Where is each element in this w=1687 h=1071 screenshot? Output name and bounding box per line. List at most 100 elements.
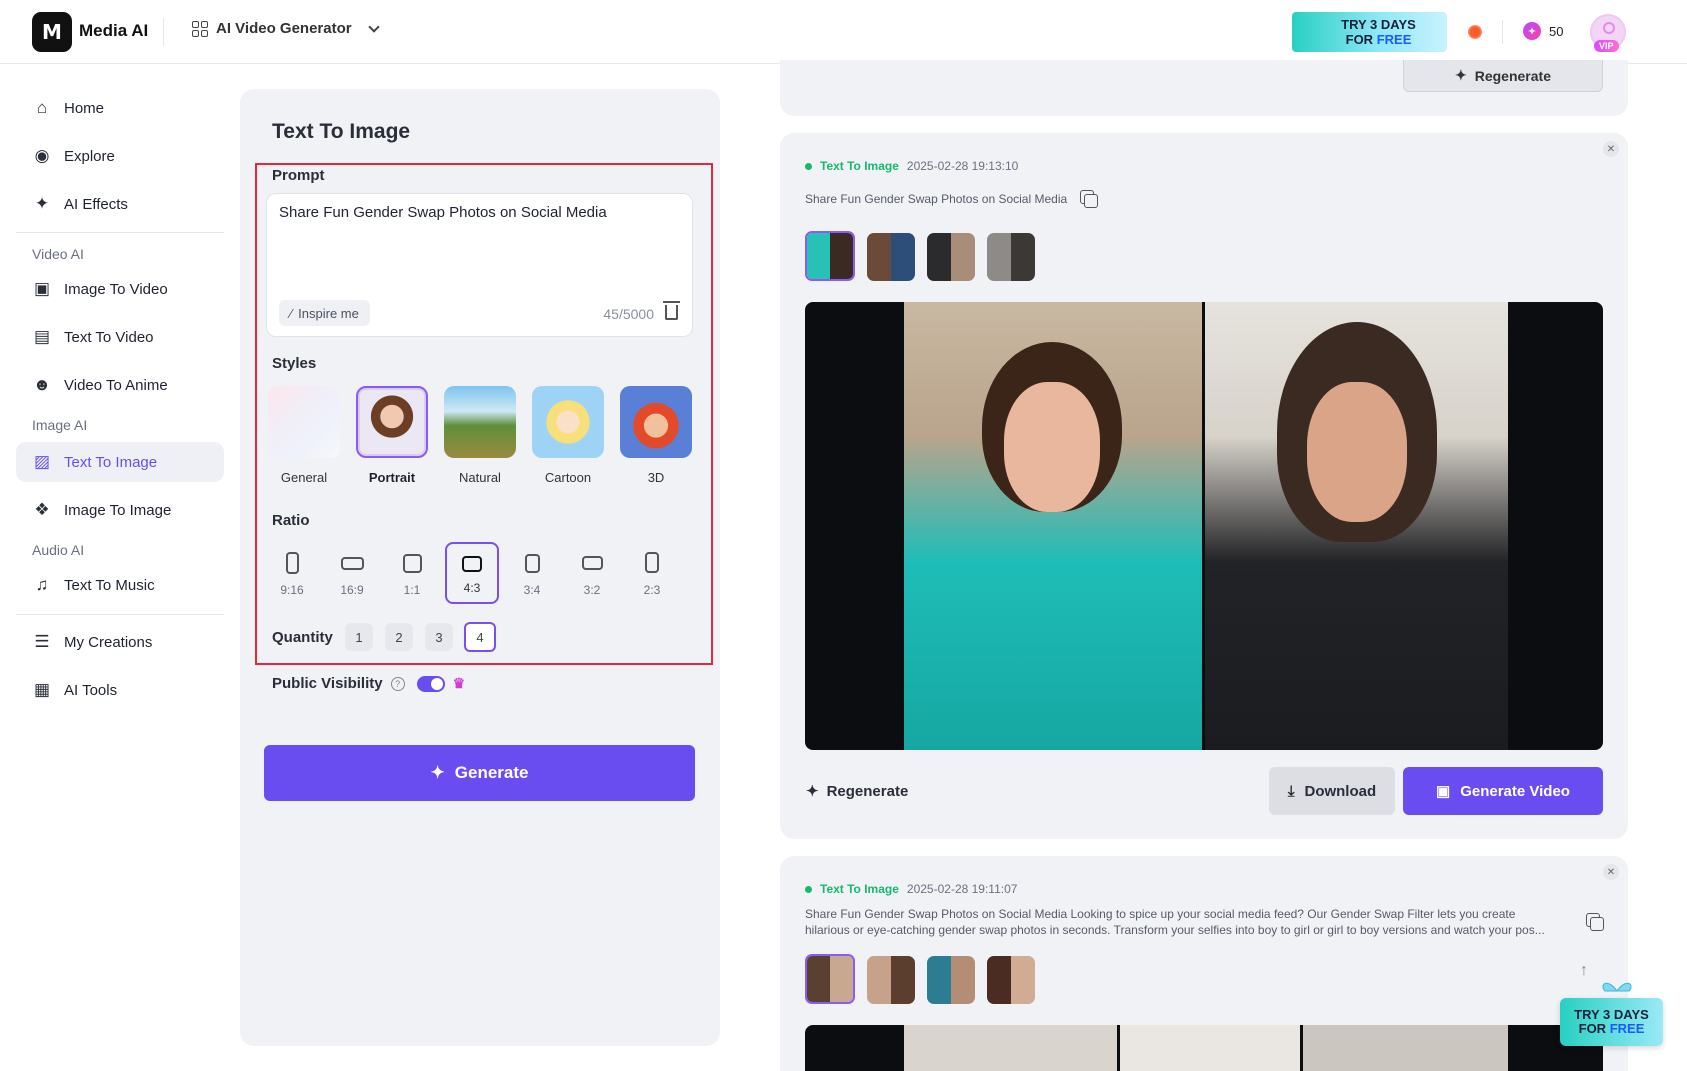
styles-label: Styles — [272, 355, 317, 372]
image-image-icon: ❖ — [34, 500, 50, 519]
ratio-3-2-icon — [581, 556, 603, 570]
style-option-cartoon[interactable]: Cartoon — [532, 386, 604, 485]
photo-strip — [904, 1025, 1117, 1071]
sidebar-item-text-to-image[interactable]: ▨ Text To Image — [16, 442, 224, 482]
style-option-portrait[interactable]: Portrait — [356, 386, 428, 485]
ratio-text: 9:16 — [280, 583, 304, 597]
style-option-general[interactable]: General — [268, 386, 340, 485]
sidebar-item-home[interactable]: ⌂ Home — [16, 88, 224, 128]
style-label: Natural — [459, 470, 501, 485]
result-time: 2025-02-28 19:11:07 — [906, 882, 1018, 896]
app-logo[interactable]: M — [32, 12, 72, 52]
sidebar-item-label: Image To Video — [64, 280, 168, 298]
ratio-option-9-16[interactable]: 9:16 — [265, 542, 319, 604]
download-button[interactable]: ⤓ Download — [1269, 767, 1395, 815]
sidebar-item-text-to-music[interactable]: ♫ Text To Music — [16, 565, 224, 605]
floating-trial-banner[interactable]: TRY 3 DAYS FOR FREE — [1560, 998, 1663, 1046]
generate-button[interactable]: ✦ Generate — [264, 745, 695, 801]
regenerate-button-previous[interactable]: ✦ Regenerate — [1403, 60, 1603, 92]
prompt-textarea[interactable]: Share Fun Gender Swap Photos on Social M… — [266, 193, 693, 337]
ratio-option-3-2[interactable]: 3:2 — [565, 542, 619, 604]
promo-line-1: TRY 3 DAYS — [1341, 17, 1416, 32]
sidebar-item-ai-effects[interactable]: ✦ AI Effects — [16, 184, 224, 224]
result-image-preview[interactable] — [805, 1025, 1603, 1071]
ratio-option-2-3[interactable]: 2:3 — [625, 542, 679, 604]
sidebar-item-explore[interactable]: ◉ Explore — [16, 136, 224, 176]
copy-icon[interactable] — [1586, 913, 1604, 931]
sidebar-item-label: AI Tools — [64, 681, 118, 699]
sparkle-icon: ✦ — [1455, 67, 1467, 83]
quantity-option-2[interactable]: 2 — [385, 623, 413, 651]
result-thumbnail[interactable] — [987, 956, 1035, 1004]
result-image[interactable] — [805, 302, 1603, 750]
quantity-option-3[interactable]: 3 — [425, 623, 453, 651]
user-avatar[interactable]: VIP — [1590, 14, 1626, 52]
sidebar-item-my-creations[interactable]: ☰ My Creations — [16, 622, 224, 662]
result-thumbnail[interactable] — [805, 231, 855, 281]
result-thumbnail[interactable] — [805, 954, 855, 1004]
brand-name[interactable]: Media AI — [79, 21, 148, 41]
sidebar-item-label: Text To Music — [64, 576, 155, 594]
anime-icon: ☻ — [33, 375, 51, 394]
credits-counter[interactable]: ✦ 50 — [1523, 22, 1563, 40]
credits-value: 50 — [1549, 23, 1564, 39]
result-thumbnail[interactable] — [987, 233, 1035, 281]
visibility-toggle[interactable] — [416, 675, 445, 692]
top-header: M Media AI AI Video Generator TRY 3 DAYS… — [0, 0, 1687, 64]
quantity-option-4[interactable]: 4 — [464, 622, 496, 652]
style-option-3d[interactable]: 3D — [620, 386, 692, 485]
scroll-top-icon[interactable]: ↑ — [1580, 962, 1588, 980]
sparkle-icon: ✦ — [34, 194, 50, 213]
ratio-option-4-3[interactable]: 4:3 — [445, 542, 499, 604]
close-icon[interactable]: ✕ — [1603, 141, 1619, 157]
quantity-option-1[interactable]: 1 — [345, 623, 373, 651]
prompt-line: Share Fun Gender Swap Photos on Social M… — [805, 907, 1516, 921]
sidebar-item-label: My Creations — [64, 633, 153, 651]
sidebar-item-ai-tools[interactable]: ▦ AI Tools — [16, 670, 224, 710]
download-icon: ⤓ — [1287, 782, 1295, 800]
home-icon: ⌂ — [36, 98, 48, 117]
result-thumbnail[interactable] — [927, 233, 975, 281]
regenerate-label: Regenerate — [1474, 67, 1551, 84]
sidebar-item-label: Text To Image — [64, 453, 158, 471]
gift-bow-icon — [1602, 982, 1632, 992]
ratio-option-3-4[interactable]: 3:4 — [505, 542, 559, 604]
copy-icon[interactable] — [1080, 190, 1098, 208]
sidebar-item-video-to-anime[interactable]: ☻ Video To Anime — [16, 365, 224, 405]
style-option-natural[interactable]: Natural — [444, 386, 516, 485]
ratio-option-16-9[interactable]: 16:9 — [325, 542, 379, 604]
music-note-icon: ♫ — [35, 575, 49, 594]
credits-icon: ✦ — [1523, 22, 1541, 40]
generate-video-button[interactable]: ▣ Generate Video — [1403, 767, 1603, 815]
ratio-4-3-icon — [462, 556, 482, 572]
woman-portrait — [904, 302, 1202, 750]
download-label: Download — [1304, 782, 1377, 800]
notification-dot-icon[interactable] — [1468, 25, 1482, 39]
result-thumbnail[interactable] — [867, 956, 915, 1004]
ratio-1-1-icon — [402, 554, 422, 573]
tool-switcher[interactable]: AI Video Generator — [192, 20, 380, 37]
style-label: Cartoon — [544, 470, 592, 485]
quantity-label: Quantity — [272, 629, 333, 646]
generate-video-label: Generate Video — [1460, 782, 1570, 800]
regenerate-button[interactable]: ✦ Regenerate — [806, 782, 908, 801]
stack-icon: ☰ — [34, 632, 50, 651]
sidebar-divider — [16, 232, 224, 233]
inspire-me-button[interactable]: ⁄ Inspire me — [279, 300, 370, 326]
result-thumbnail[interactable] — [927, 956, 975, 1004]
free-trial-banner[interactable]: TRY 3 DAYS FOR FREE — [1292, 12, 1447, 52]
sidebar-item-image-to-video[interactable]: ▣ Image To Video — [16, 269, 224, 309]
tools-grid-icon: ▦ — [33, 680, 51, 699]
result-thumbnail[interactable] — [867, 233, 915, 281]
ratio-option-1-1[interactable]: 1:1 — [385, 542, 439, 604]
sidebar-item-text-to-video[interactable]: ▤ Text To Video — [16, 317, 224, 357]
trash-icon[interactable] — [663, 301, 680, 320]
close-icon[interactable]: ✕ — [1603, 864, 1619, 880]
help-icon[interactable]: ? — [390, 676, 405, 691]
apps-grid-icon — [192, 20, 208, 37]
sidebar-item-label: Video To Anime — [64, 376, 168, 394]
sidebar-item-image-to-image[interactable]: ❖ Image To Image — [16, 490, 224, 530]
text-image-icon: ▨ — [33, 452, 51, 471]
style-thumb — [444, 386, 516, 458]
crown-icon: ♛ — [452, 675, 466, 691]
